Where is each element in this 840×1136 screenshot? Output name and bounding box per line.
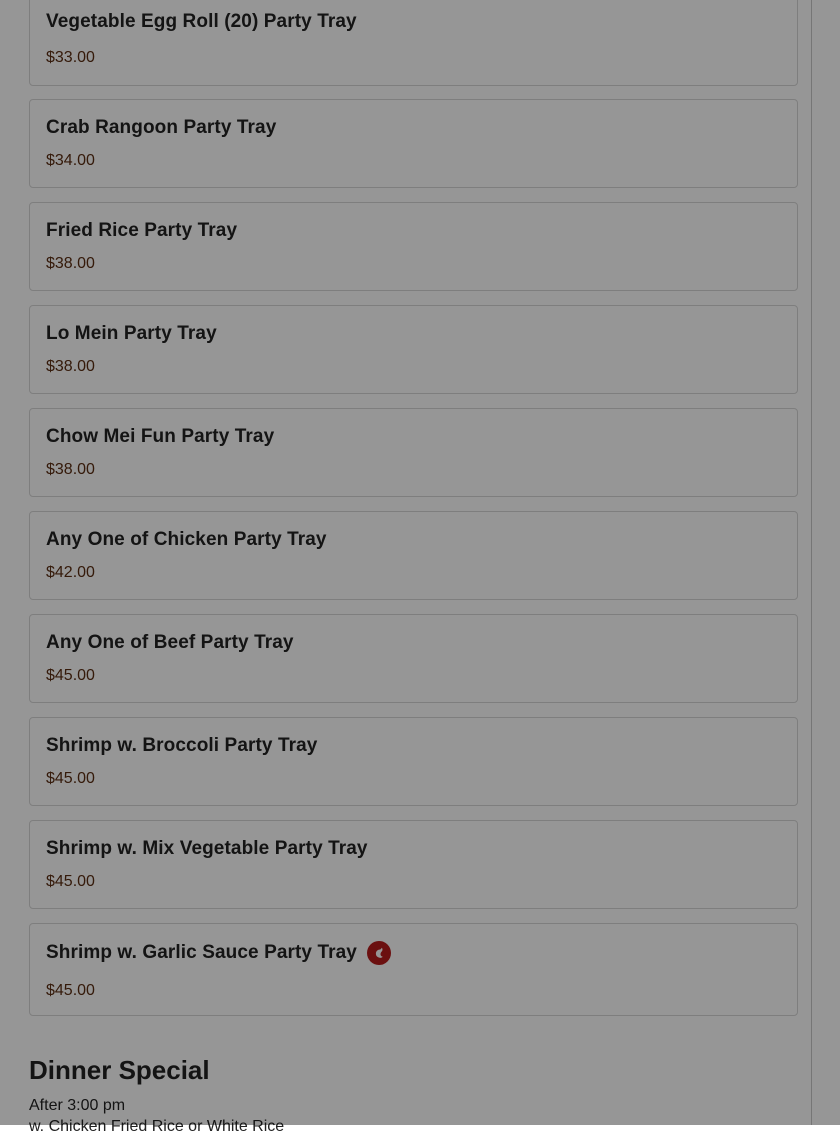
- menu-item-card[interactable]: Shrimp w. Mix Vegetable Party Tray $45.0…: [29, 820, 798, 909]
- menu-page: Vegetable Egg Roll (20) Party Tray $33.0…: [0, 0, 840, 1135]
- menu-item-title-row: Shrimp w. Broccoli Party Tray: [46, 735, 317, 757]
- section-title: Dinner Special: [29, 1055, 210, 1085]
- menu-item-title-row: Shrimp w. Mix Vegetable Party Tray: [46, 838, 368, 860]
- menu-item-name: Shrimp w. Mix Vegetable Party Tray: [46, 838, 368, 859]
- menu-item-price: $38.00: [46, 255, 95, 272]
- menu-item-name: Shrimp w. Garlic Sauce Party Tray: [46, 942, 357, 963]
- menu-item-name: Vegetable Egg Roll (20) Party Tray: [46, 11, 357, 32]
- menu-item-price: $38.00: [46, 358, 95, 375]
- menu-item-price: $45.00: [46, 873, 95, 890]
- menu-item-name: Any One of Beef Party Tray: [46, 632, 294, 653]
- right-divider: [811, 0, 812, 1125]
- menu-item-name: Shrimp w. Broccoli Party Tray: [46, 735, 318, 756]
- menu-item-card[interactable]: Fried Rice Party Tray $38.00: [29, 202, 798, 291]
- menu-item-name: Lo Mein Party Tray: [46, 323, 217, 344]
- menu-item-title-row: Shrimp w. Garlic Sauce Party Tray: [46, 941, 391, 965]
- menu-item-title-row: Any One of Beef Party Tray: [46, 632, 294, 654]
- section-first-line: w. Chicken Fried Rice or White Rice: [29, 1118, 285, 1135]
- menu-item-price: $33.00: [46, 49, 95, 66]
- menu-item-title-row: Vegetable Egg Roll (20) Party Tray: [46, 11, 357, 33]
- menu-item-price: $45.00: [46, 770, 95, 787]
- menu-item-name: Chow Mei Fun Party Tray: [46, 426, 275, 447]
- menu-item-title-row: Any One of Chicken Party Tray: [46, 529, 327, 551]
- menu-item-card[interactable]: Shrimp w. Garlic Sauce Party Tray $45.00: [29, 923, 798, 1016]
- menu-item-title-row: Chow Mei Fun Party Tray: [46, 426, 274, 448]
- section-note: After 3:00 pm: [29, 1097, 126, 1114]
- menu-item-name: Fried Rice Party Tray: [46, 220, 238, 241]
- menu-item-price: $42.00: [46, 564, 95, 581]
- menu-item-price: $38.00: [46, 461, 95, 478]
- menu-item-card[interactable]: Any One of Beef Party Tray $45.00: [29, 614, 798, 703]
- menu-item-title-row: Lo Mein Party Tray: [46, 323, 217, 345]
- menu-item-title-row: Crab Rangoon Party Tray: [46, 117, 276, 139]
- menu-item-name: Any One of Chicken Party Tray: [46, 529, 327, 550]
- menu-item-card[interactable]: Chow Mei Fun Party Tray $38.00: [29, 408, 798, 497]
- menu-item-price: $45.00: [46, 667, 95, 684]
- menu-item-card[interactable]: Shrimp w. Broccoli Party Tray $45.00: [29, 717, 798, 806]
- menu-item-card[interactable]: Any One of Chicken Party Tray $42.00: [29, 511, 798, 600]
- menu-item-card[interactable]: Lo Mein Party Tray $38.00: [29, 305, 798, 394]
- menu-item-price: $34.00: [46, 152, 95, 169]
- menu-item-title-row: Fried Rice Party Tray: [46, 220, 237, 242]
- menu-item-name: Crab Rangoon Party Tray: [46, 117, 277, 138]
- menu-item-card[interactable]: Crab Rangoon Party Tray $34.00: [29, 99, 798, 188]
- menu-item-price: $45.00: [46, 982, 95, 999]
- spicy-icon: [366, 941, 391, 965]
- menu-item-card[interactable]: Vegetable Egg Roll (20) Party Tray $33.0…: [29, 0, 798, 86]
